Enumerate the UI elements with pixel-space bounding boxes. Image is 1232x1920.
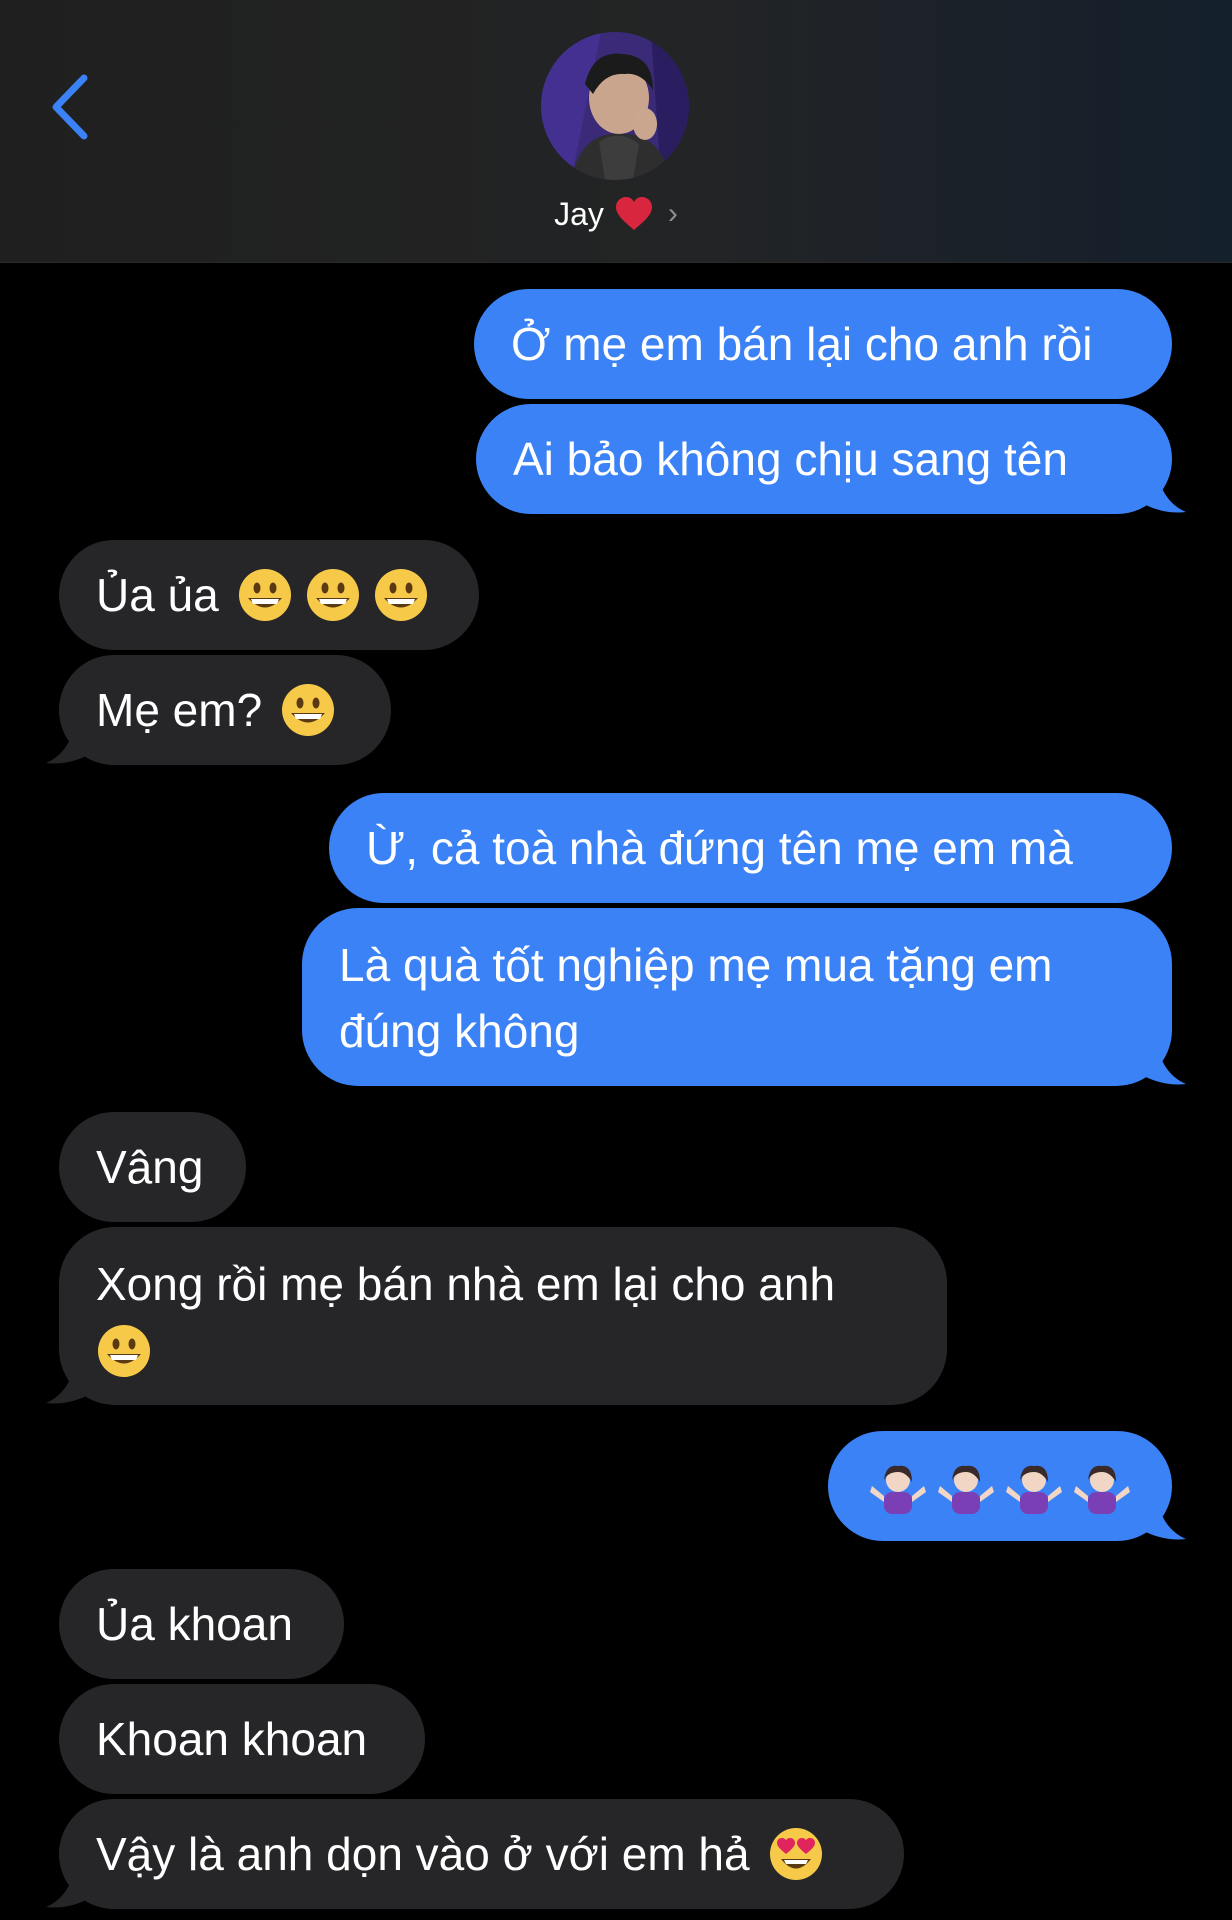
message-bubble-sent[interactable] — [828, 1431, 1172, 1541]
message-thread[interactable]: Ở mẹ em bán lại cho anh rồi Ai bảo không… — [0, 262, 1232, 1920]
bubble-tail — [46, 1367, 92, 1404]
message-bubble-received[interactable]: Ủa ủa — [59, 540, 479, 650]
contact-name-button[interactable]: Jay › — [0, 192, 1232, 236]
message-text: Vâng — [96, 1141, 204, 1193]
heart-icon — [615, 197, 652, 230]
bubble-tail — [46, 727, 92, 764]
avatar-photo — [541, 32, 689, 180]
bubble-tail — [1140, 476, 1186, 513]
message-text: Khoan khoan — [96, 1713, 368, 1765]
message-bubble-received[interactable]: Ủa khoan — [59, 1569, 344, 1679]
contact-avatar[interactable] — [541, 32, 689, 180]
message-bubble-received[interactable]: Vâng — [59, 1112, 246, 1222]
message-bubble-sent[interactable]: Ở mẹ em bán lại cho anh rồi — [474, 289, 1172, 399]
bubble-tail — [1140, 1503, 1186, 1540]
message-text: Vậy là anh dọn vào ở với em hả — [96, 1828, 750, 1880]
message-text: Ở mẹ em bán lại cho anh rồi — [511, 318, 1093, 370]
grinning-face-icon — [282, 684, 335, 736]
message-text: Ai bảo không chịu sang tên — [513, 433, 1068, 485]
chevron-right-icon: › — [667, 197, 678, 230]
message-text: Mẹ em? — [96, 684, 263, 736]
heart-eyes-face-icon — [769, 1828, 822, 1880]
person-shrugging-icon — [1006, 1465, 1062, 1514]
conversation-header: Jay › — [0, 0, 1232, 263]
person-shrugging-icon — [1074, 1465, 1130, 1514]
person-shrugging-icon — [870, 1465, 926, 1514]
message-text: Xong rồi mẹ bán nhà em lại cho anh — [96, 1258, 836, 1310]
bubble-tail — [1140, 1048, 1186, 1085]
message-text: Ủa khoan — [96, 1598, 293, 1650]
message-bubble-received[interactable]: Mẹ em? — [59, 655, 391, 765]
person-shrugging-icon — [938, 1465, 994, 1514]
chevron-left-icon — [52, 74, 88, 140]
message-text: Là quà tốt nghiệp mẹ mua tặng em đúng kh… — [339, 939, 1053, 1057]
message-bubble-received[interactable]: Vậy là anh dọn vào ở với em hả — [59, 1799, 904, 1909]
contact-name: Jay — [554, 195, 604, 232]
grinning-face-icon — [374, 569, 427, 621]
grinning-face-icon — [306, 569, 359, 621]
bubble-tail — [46, 1871, 92, 1908]
message-text: Ừ, cả toà nhà đứng tên mẹ em mà — [366, 822, 1073, 874]
grinning-face-icon — [238, 569, 291, 621]
message-bubble-sent[interactable]: Là quà tốt nghiệp mẹ mua tặng em đúng kh… — [302, 908, 1172, 1086]
message-bubble-sent[interactable]: Ừ, cả toà nhà đứng tên mẹ em mà — [329, 793, 1172, 903]
message-text: Ủa ủa — [96, 569, 219, 621]
message-bubble-received[interactable]: Xong rồi mẹ bán nhà em lại cho anh — [59, 1227, 947, 1405]
grinning-face-icon — [98, 1325, 150, 1377]
message-bubble-received[interactable]: Khoan khoan — [59, 1684, 425, 1794]
message-bubble-sent[interactable]: Ai bảo không chịu sang tên — [476, 404, 1172, 514]
back-button[interactable] — [40, 70, 100, 144]
